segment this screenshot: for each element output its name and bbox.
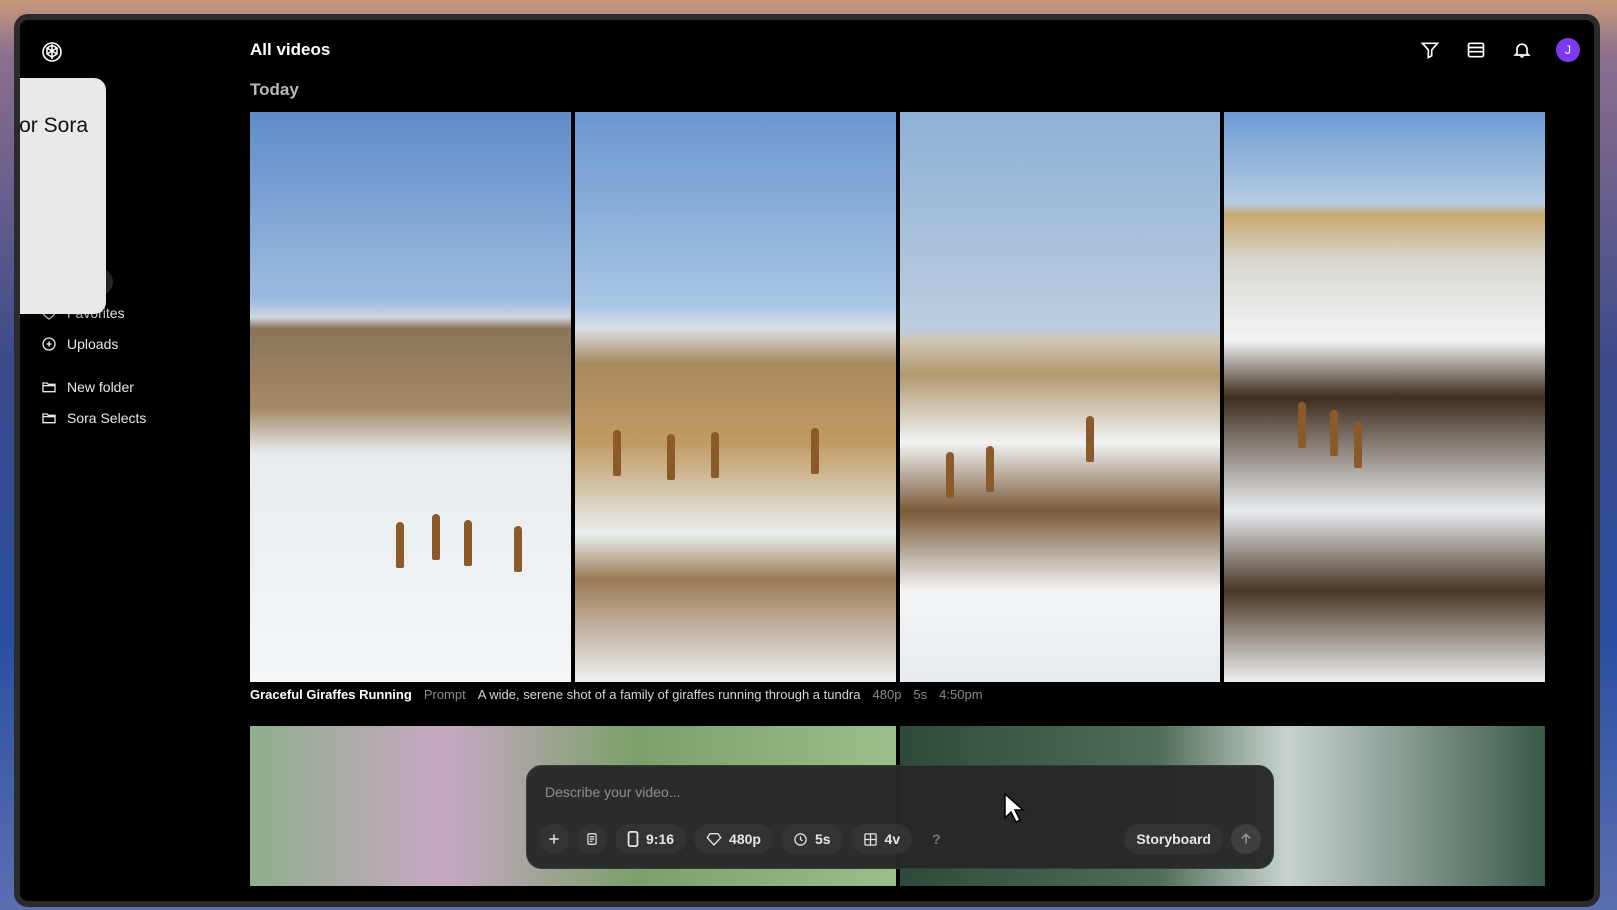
header-actions: J xyxy=(1418,38,1580,62)
sidebar-folder-sora-selects[interactable]: Sora Selects xyxy=(40,404,154,432)
help-button[interactable]: ? xyxy=(920,824,953,854)
prompt-composer: 9:16 480p 5s 4v ? Storyboard xyxy=(526,765,1274,869)
video-thumbnail[interactable] xyxy=(250,112,571,682)
giraffe-figure xyxy=(514,526,522,572)
composer-controls: 9:16 480p 5s 4v ? Storyboard xyxy=(539,824,1261,854)
storyboard-button[interactable]: Storyboard xyxy=(1124,824,1223,854)
app-window: nt red d deos Favorites Uploads xyxy=(14,14,1600,907)
folder-icon xyxy=(40,409,58,427)
giraffe-figure xyxy=(1298,402,1307,448)
giraffe-figure xyxy=(1330,410,1339,456)
video-duration: 5s xyxy=(913,687,928,702)
presets-button[interactable] xyxy=(577,824,607,854)
folder-label: Sora Selects xyxy=(67,410,147,426)
video-caption: Graceful Giraffes Running Prompt A wide,… xyxy=(250,687,983,702)
bell-icon[interactable] xyxy=(1510,38,1534,62)
submit-button[interactable] xyxy=(1231,824,1261,854)
page-title: All videos xyxy=(250,40,331,59)
resolution-button[interactable]: 480p xyxy=(694,824,773,854)
help-label: ? xyxy=(932,831,941,847)
video-thumbnail[interactable] xyxy=(899,112,1221,682)
video-thumbnail[interactable] xyxy=(1224,112,1545,682)
filter-icon[interactable] xyxy=(1418,38,1442,62)
variations-label: 4v xyxy=(884,831,901,847)
section-label-today: Today xyxy=(250,80,299,99)
mouse-cursor-icon xyxy=(1003,792,1025,824)
folder-icon xyxy=(40,378,58,396)
giraffe-figure xyxy=(1354,422,1363,468)
prompt-text: A wide, serene shot of a family of giraf… xyxy=(477,687,861,702)
video-resolution: 480p xyxy=(872,687,902,702)
describe-video-input[interactable] xyxy=(545,784,1145,800)
video-time: 4:50pm xyxy=(939,687,983,702)
popover-text: for Sora xyxy=(14,114,88,137)
aspect-ratio-button[interactable]: 9:16 xyxy=(615,824,687,854)
giraffe-figure xyxy=(396,522,404,568)
sidebar-folder-new-folder[interactable]: New folder xyxy=(40,373,142,401)
sidebar-item-label: Uploads xyxy=(67,336,119,352)
plus-icon xyxy=(549,834,559,844)
folder-label: New folder xyxy=(67,379,134,395)
giraffe-figure xyxy=(612,430,621,476)
phone-icon xyxy=(627,831,639,847)
giraffe-figure xyxy=(432,514,440,560)
variations-button[interactable]: 4v xyxy=(850,824,913,854)
upload-icon xyxy=(40,335,58,353)
duration-button[interactable]: 5s xyxy=(780,824,843,854)
resolution-label: 480p xyxy=(729,831,761,847)
diamond-icon xyxy=(706,833,722,846)
tooltip-popover: for Sora xyxy=(14,78,106,314)
openai-logo-icon[interactable] xyxy=(40,40,66,66)
list-view-icon[interactable] xyxy=(1464,38,1488,62)
sidebar-item-uploads[interactable]: Uploads xyxy=(40,330,126,358)
avatar[interactable]: J xyxy=(1556,38,1580,62)
giraffe-figure xyxy=(985,446,994,492)
main-content: All videos Today J Graceful Giraffes Run… xyxy=(250,20,1594,901)
add-button[interactable] xyxy=(539,824,569,854)
giraffe-figure xyxy=(1085,416,1094,462)
arrow-up-icon xyxy=(1241,833,1251,844)
giraffe-figure xyxy=(945,452,954,498)
duration-label: 5s xyxy=(814,831,831,847)
prompt-label: Prompt xyxy=(423,687,466,702)
video-title[interactable]: Graceful Giraffes Running xyxy=(250,687,412,702)
giraffe-figure xyxy=(666,434,675,480)
video-thumbnail-grid[interactable] xyxy=(250,112,1545,682)
giraffe-figure xyxy=(710,432,719,478)
document-icon xyxy=(587,833,597,845)
aspect-ratio-label: 9:16 xyxy=(646,831,675,847)
giraffe-figure xyxy=(810,428,819,474)
grid-icon xyxy=(863,832,877,846)
giraffe-figure xyxy=(464,520,472,566)
clock-icon xyxy=(794,832,807,846)
video-thumbnail[interactable] xyxy=(574,112,896,682)
